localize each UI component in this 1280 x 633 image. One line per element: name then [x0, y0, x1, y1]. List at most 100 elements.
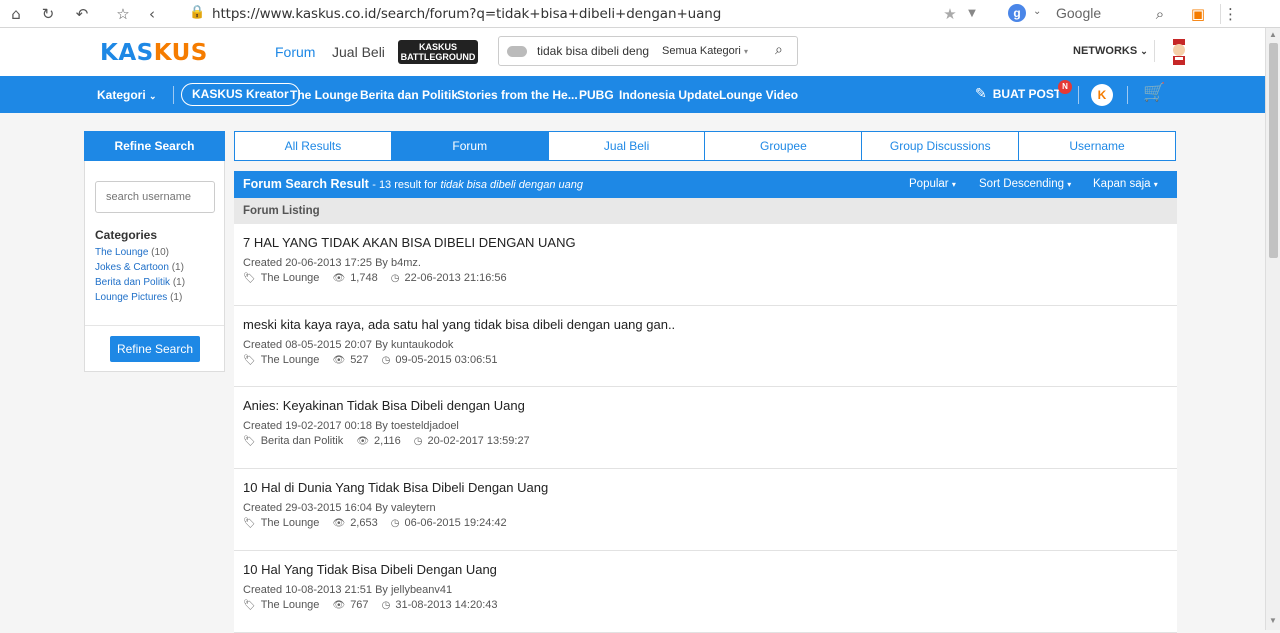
divider	[1078, 86, 1079, 104]
tab-forum[interactable]: Forum	[390, 132, 548, 160]
thread-title-link[interactable]: meski kita kaya raya, ada satu hal yang …	[243, 317, 675, 332]
username-search-input[interactable]	[95, 181, 215, 213]
thread-meta: 🏷 Berita dan Politik 👁 2,116 ◷ 20-02-2017 1…	[243, 435, 530, 447]
tab-group-discussions[interactable]: Group Discussions	[861, 132, 1018, 160]
buat-post-button[interactable]: ✎ BUAT POST	[975, 86, 1061, 102]
eye-icon: 👁	[332, 518, 346, 529]
category-item[interactable]: Lounge Pictures (1)	[95, 292, 185, 307]
site-header: KASKUS Forum Jual Beli KASKUS BATTLEGROU…	[0, 28, 1265, 76]
lock-icon: 🔒	[189, 5, 206, 20]
address-bar[interactable]: 🔒 https://www.kaskus.co.id/search/forum?…	[185, 2, 995, 24]
thread-views: 527	[350, 354, 369, 366]
sort-popular-dropdown[interactable]: Popular ▾	[909, 178, 956, 190]
thread-views: 767	[350, 599, 369, 611]
clock-icon: ◷	[381, 600, 391, 611]
bookmark-star-icon[interactable]: ★	[940, 4, 960, 24]
refine-panel: Categories The Lounge (10) Jokes & Carto…	[84, 161, 225, 372]
chat-icon[interactable]: K	[1091, 84, 1113, 106]
chevron-down-icon[interactable]: ⌄	[1033, 6, 1041, 17]
result-header: Forum Search Result - 13 result for tida…	[234, 171, 1177, 198]
tab-all-results[interactable]: All Results	[235, 132, 391, 160]
undo-icon[interactable]: ↶	[72, 4, 92, 24]
cart-icon[interactable]: 🛒	[1143, 82, 1165, 103]
thread-category-link[interactable]: The Lounge	[261, 599, 320, 611]
category-item[interactable]: Berita dan Politik (1)	[95, 277, 185, 292]
extension-icon[interactable]: ▣	[1188, 4, 1208, 24]
category-item[interactable]: The Lounge (10)	[95, 247, 185, 262]
search-input[interactable]: tidak bisa dibeli deng	[537, 44, 649, 58]
categories-title: Categories	[95, 228, 158, 242]
nav-berita-dan-politik[interactable]: Berita dan Politik	[360, 88, 458, 102]
nav-forum[interactable]: Forum	[275, 44, 315, 60]
reload-icon[interactable]: ↻	[38, 4, 58, 24]
result-list: 7 HAL YANG TIDAK AKAN BISA DIBELI DENGAN…	[234, 224, 1177, 633]
refine-search-header: Refine Search	[84, 131, 225, 161]
thread-title-link[interactable]: 10 Hal Yang Tidak Bisa Dibeli Dengan Uan…	[243, 562, 497, 577]
clock-icon: ◷	[381, 355, 391, 366]
tab-username[interactable]: Username	[1018, 132, 1175, 160]
nav-the-lounge[interactable]: The Lounge	[290, 88, 358, 102]
kaskus-logo[interactable]: KASKUS	[100, 40, 208, 66]
nav-jual-beli[interactable]: Jual Beli	[332, 44, 385, 60]
category-list: The Lounge (10) Jokes & Cartoon (1) Beri…	[95, 247, 185, 307]
thread-category-link[interactable]: The Lounge	[261, 354, 320, 366]
forum-listing-label: Forum Listing	[234, 198, 1177, 224]
result-tabs: All Results Forum Jual Beli Groupee Grou…	[234, 131, 1176, 161]
thread-created: Created 08-05-2015 20:07 By kuntaukodok	[243, 339, 454, 351]
site-search[interactable]: tidak bisa dibeli deng Semua Kategori ▾ …	[498, 36, 798, 66]
thread-views: 2,653	[350, 517, 378, 529]
divider	[1154, 40, 1155, 62]
thread-title-link[interactable]: 7 HAL YANG TIDAK AKAN BISA DIBELI DENGAN…	[243, 235, 576, 250]
thread-meta: 🏷 The Lounge 👁 1,748 ◷ 22-06-2013 21:16:56	[243, 272, 507, 284]
time-filter-dropdown[interactable]: Kapan saja ▾	[1093, 178, 1158, 190]
networks-menu[interactable]: NETWORKS ⌄	[1073, 45, 1148, 57]
nav-indonesia-update[interactable]: Indonesia Update	[619, 88, 719, 102]
thread-last-post: 09-05-2015 03:06:51	[395, 354, 498, 366]
list-item: Anies: Keyakinan Tidak Bisa Dibeli denga…	[234, 387, 1177, 469]
thread-category-link[interactable]: The Lounge	[261, 272, 320, 284]
url-text[interactable]: https://www.kaskus.co.id/search/forum?q=…	[212, 6, 721, 22]
thread-category-link[interactable]: Berita dan Politik	[261, 435, 344, 447]
dropdown-icon[interactable]: ▼	[962, 4, 982, 24]
search-icon[interactable]: ⌕	[1150, 4, 1170, 24]
tab-groupee[interactable]: Groupee	[704, 132, 861, 160]
back-icon[interactable]: ‹	[142, 4, 162, 24]
sort-order-dropdown[interactable]: Sort Descending ▾	[979, 178, 1071, 190]
category-item[interactable]: Jokes & Cartoon (1)	[95, 262, 185, 277]
battleground-logo[interactable]: KASKUS BATTLEGROUND	[398, 40, 478, 64]
kategori-dropdown[interactable]: Kategori ⌄	[97, 88, 157, 102]
google-icon: g	[1008, 4, 1026, 22]
scrollbar-thumb[interactable]	[1269, 43, 1278, 258]
thread-title-link[interactable]: Anies: Keyakinan Tidak Bisa Dibeli denga…	[243, 398, 525, 413]
menu-icon[interactable]: ⋮	[1220, 4, 1240, 24]
tag-icon: 🏷	[243, 518, 256, 529]
thread-title-link[interactable]: 10 Hal di Dunia Yang Tidak Bisa Dibeli D…	[243, 480, 548, 495]
result-title: Forum Search Result - 13 result for tida…	[243, 177, 584, 191]
thread-last-post: 20-02-2017 13:59:27	[427, 435, 530, 447]
scrollbar[interactable]: ▲ ▼	[1265, 28, 1280, 630]
nav-pubg[interactable]: PUBG	[579, 88, 614, 102]
nav-kaskus-kreator[interactable]: KASKUS Kreator	[181, 83, 300, 106]
star-icon[interactable]: ☆	[113, 4, 133, 24]
home-icon[interactable]: ⌂	[6, 4, 26, 24]
scroll-down-icon[interactable]: ▼	[1269, 616, 1277, 625]
search-engine-label: Google	[1056, 5, 1102, 21]
category-nav-bar: Kategori ⌄ KASKUS Kreator The Lounge Ber…	[0, 76, 1265, 113]
tag-icon: 🏷	[243, 355, 256, 366]
clock-icon: ◷	[390, 273, 400, 284]
nav-stories[interactable]: Stories from the He...	[457, 88, 578, 102]
tab-jual-beli[interactable]: Jual Beli	[547, 132, 705, 160]
thread-views: 2,116	[374, 435, 401, 447]
nav-lounge-video[interactable]: Lounge Video	[719, 88, 798, 102]
category-select[interactable]: Semua Kategori ▾	[662, 45, 748, 57]
search-icon[interactable]: ⌕	[775, 42, 783, 58]
refine-search-button[interactable]: Refine Search	[110, 336, 200, 362]
search-toggle[interactable]	[507, 46, 527, 57]
thread-category-link[interactable]: The Lounge	[261, 517, 320, 529]
avatar[interactable]	[1165, 37, 1193, 67]
thread-meta: 🏷 The Lounge 👁 2,653 ◷ 06-06-2015 19:24:42	[243, 517, 507, 529]
divider	[1127, 86, 1128, 104]
thread-views: 1,748	[350, 272, 378, 284]
thread-meta: 🏷 The Lounge 👁 527 ◷ 09-05-2015 03:06:51	[243, 354, 498, 366]
scroll-up-icon[interactable]: ▲	[1269, 30, 1277, 39]
